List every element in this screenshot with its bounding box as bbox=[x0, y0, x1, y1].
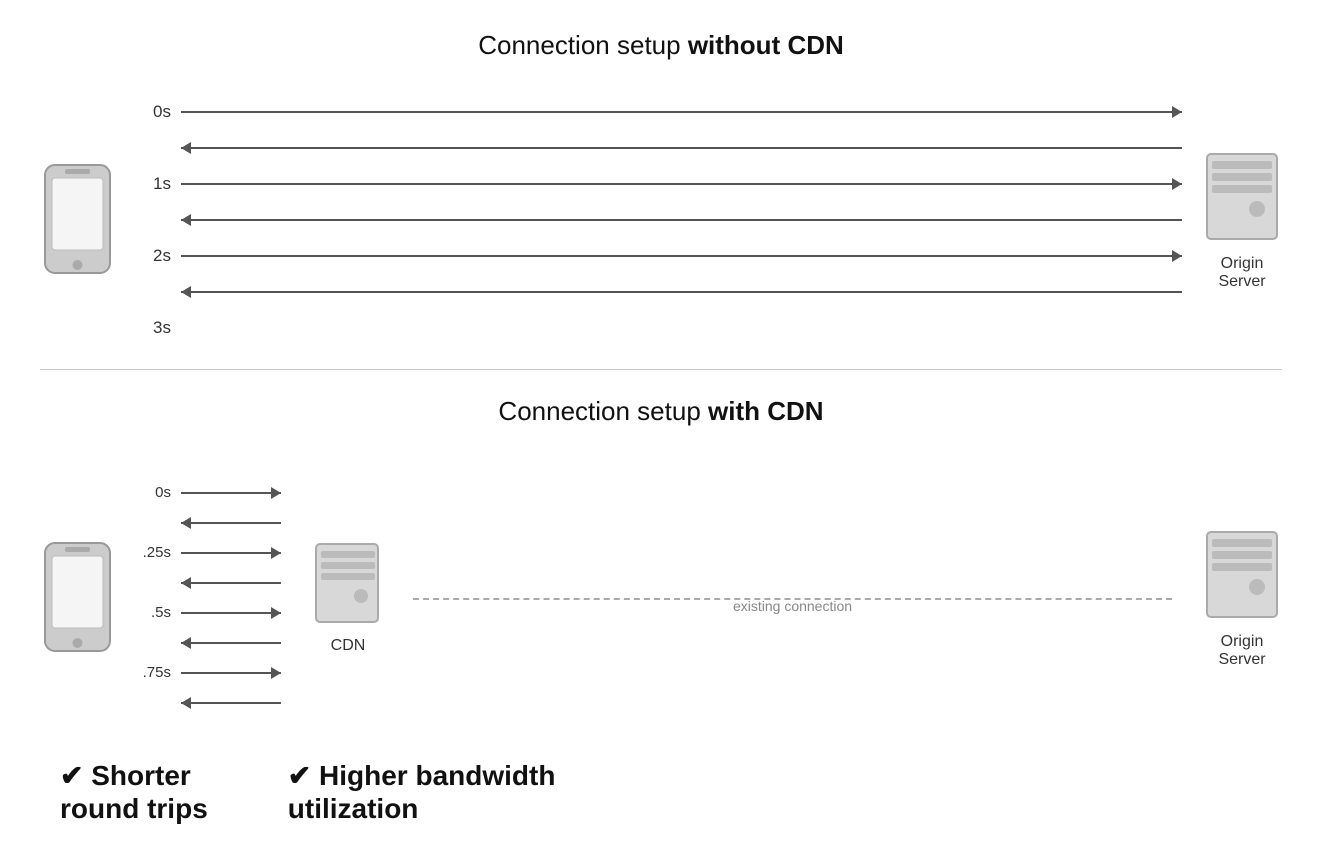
time-0s: 0s bbox=[135, 102, 171, 122]
arrow-right-1s bbox=[181, 183, 1182, 185]
arrow-cdn-75-right: .75s bbox=[131, 658, 281, 688]
bottom-title: Connection setup with CDN bbox=[40, 396, 1282, 427]
bottom-server-label: OriginServer bbox=[1218, 633, 1265, 669]
cdn-arrow-right-25 bbox=[181, 552, 281, 554]
cdn-server-icon: CDN bbox=[313, 541, 383, 655]
top-title: Connection setup without CDN bbox=[40, 30, 1282, 61]
arrow-row-1s-right: 1s bbox=[135, 166, 1182, 202]
cdn-time-25: .25s bbox=[131, 544, 171, 561]
cdn-arrow-left-5 bbox=[181, 642, 281, 644]
arrow-cdn-75-left bbox=[131, 688, 281, 718]
top-arrows-area: 0s 1s bbox=[135, 94, 1182, 346]
cdn-arrow-right-5 bbox=[181, 612, 281, 614]
arrow-row-2s-left bbox=[135, 274, 1182, 310]
bottom-section: Connection setup with CDN 0s bbox=[40, 370, 1282, 826]
top-section: Connection setup without CDN bbox=[40, 20, 1282, 370]
cdn-arrow-left-0s bbox=[181, 522, 281, 524]
time-1s: 1s bbox=[135, 174, 171, 194]
arrow-cdn-0s-right: 0s bbox=[131, 478, 281, 508]
existing-connection-label: existing connection bbox=[733, 598, 852, 614]
arrow-cdn-5-left bbox=[131, 628, 281, 658]
arrow-left-2s bbox=[181, 291, 1182, 293]
bottom-diagram-row: 0s .25s .5 bbox=[40, 447, 1282, 749]
arrow-right-2s bbox=[181, 255, 1182, 257]
arrow-right-0s bbox=[181, 111, 1182, 113]
arrow-cdn-25-right: .25s bbox=[131, 538, 281, 568]
arrow-row-1s-left bbox=[135, 202, 1182, 238]
cdn-arrow-right-0s bbox=[181, 492, 281, 494]
page-container: Connection setup without CDN bbox=[0, 0, 1322, 846]
arrow-row-2s-right: 2s bbox=[135, 238, 1182, 274]
check2: ✔ bbox=[288, 760, 311, 791]
arrow-row-0s-right: 0s bbox=[135, 94, 1182, 130]
arrow-left-1s bbox=[181, 219, 1182, 221]
cdn-arrow-right-75 bbox=[181, 672, 281, 674]
cdn-time-5: .5s bbox=[131, 604, 171, 621]
cdn-label: CDN bbox=[331, 637, 366, 655]
top-diagram-row: 0s 1s bbox=[40, 81, 1282, 359]
bottom-phone-icon bbox=[40, 538, 115, 658]
top-title-normal: Connection setup bbox=[478, 30, 688, 60]
cdn-area: 0s .25s .5 bbox=[131, 478, 293, 718]
time-2s: 2s bbox=[135, 246, 171, 266]
phone-icon bbox=[40, 160, 115, 280]
check1: ✔ bbox=[60, 760, 83, 791]
benefit-shorter: ✔ Shorterround trips bbox=[60, 759, 208, 826]
top-origin-server: OriginServer bbox=[1202, 149, 1282, 291]
benefit-bandwidth: ✔ Higher bandwidthutilization bbox=[288, 759, 556, 826]
bottom-title-bold: with CDN bbox=[708, 396, 824, 426]
time-3s: 3s bbox=[135, 318, 171, 338]
cdn-arrow-left-75 bbox=[181, 702, 281, 704]
arrow-cdn-0s-left bbox=[131, 508, 281, 538]
bottom-title-normal: Connection setup bbox=[498, 396, 708, 426]
short-arrows-area: 0s .25s .5 bbox=[131, 478, 281, 718]
arrow-cdn-5-right: .5s bbox=[131, 598, 281, 628]
bottom-origin-server: OriginServer bbox=[1202, 527, 1282, 669]
cdn-time-75: .75s bbox=[131, 664, 171, 681]
cdn-time-0s: 0s bbox=[131, 484, 171, 501]
arrow-cdn-25-left bbox=[131, 568, 281, 598]
arrow-row-3s: 3s bbox=[135, 310, 1182, 346]
arrow-left-0s bbox=[181, 147, 1182, 149]
top-title-bold: without CDN bbox=[688, 30, 844, 60]
dotted-line bbox=[413, 598, 1172, 600]
arrow-row-0s-left bbox=[135, 130, 1182, 166]
top-server-label: OriginServer bbox=[1218, 255, 1265, 291]
benefits-row: ✔ Shorterround trips ✔ Higher bandwidthu… bbox=[40, 759, 1282, 826]
cdn-arrow-left-25 bbox=[181, 582, 281, 584]
